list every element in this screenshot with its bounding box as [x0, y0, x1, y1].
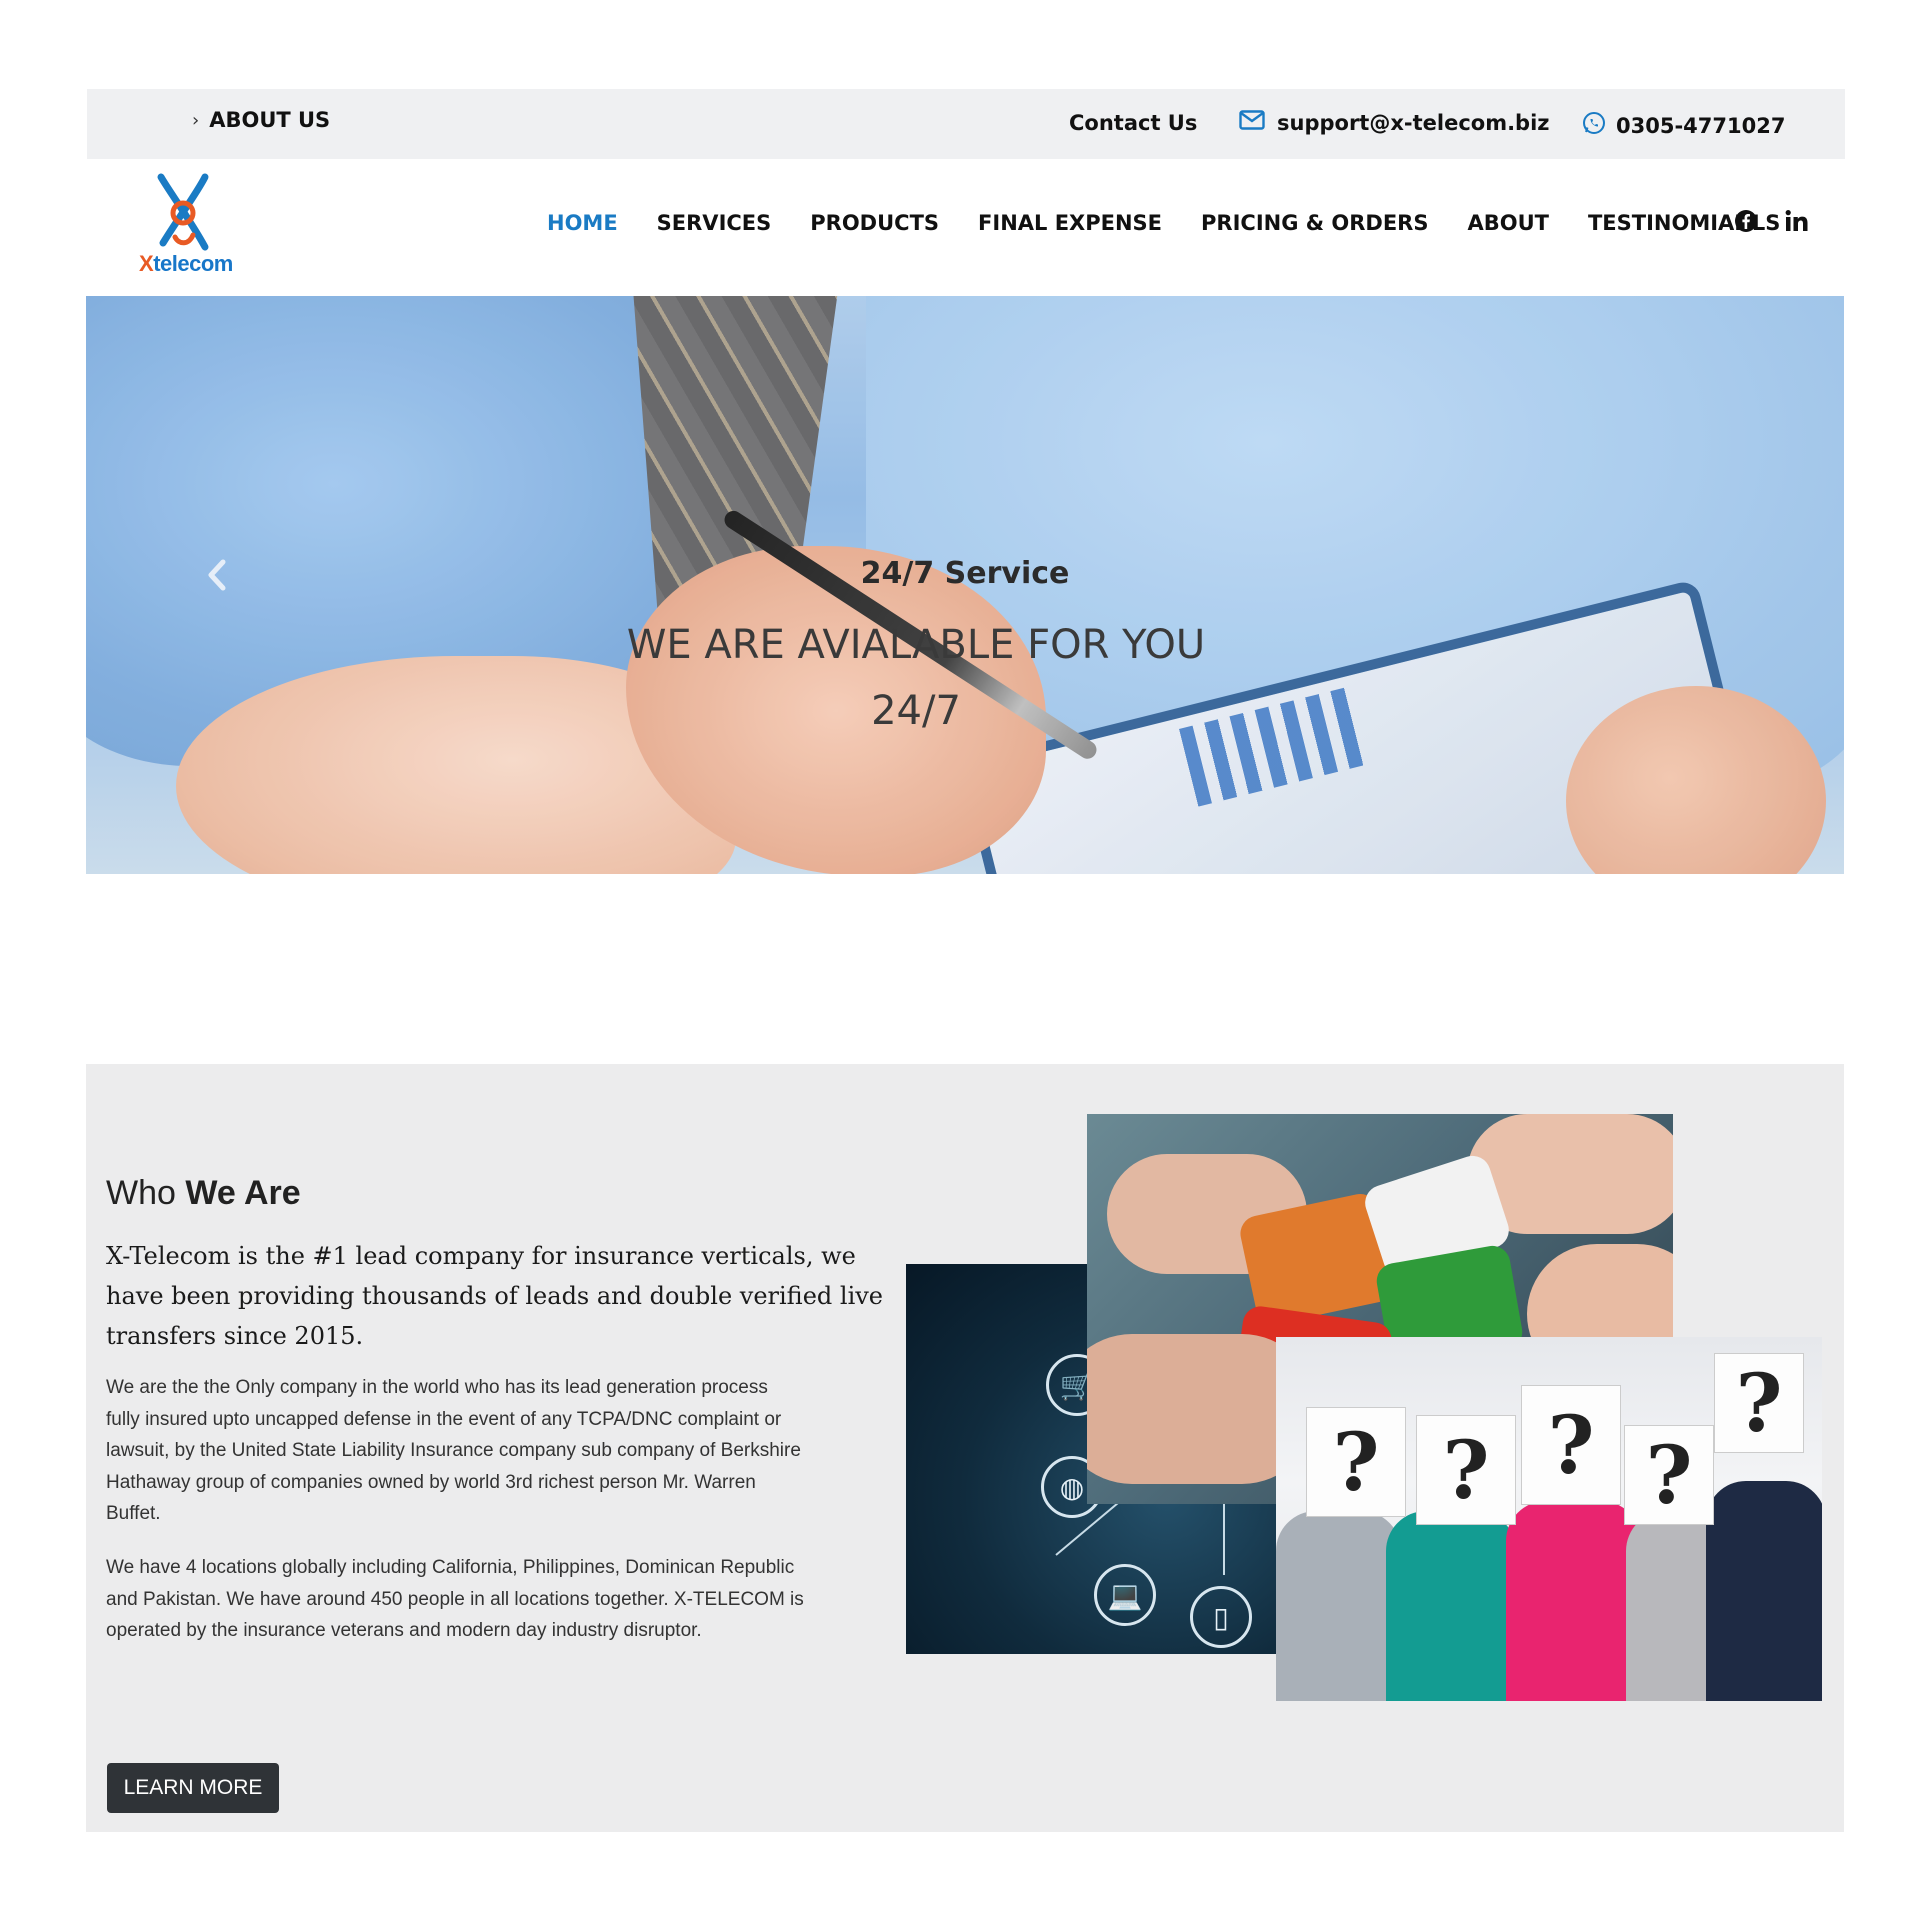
envelope-icon — [1239, 110, 1265, 135]
person — [1506, 1501, 1641, 1701]
person — [1276, 1511, 1401, 1701]
phone-number: 0305-4771027 — [1616, 113, 1786, 138]
heading-bold: We Are — [185, 1174, 301, 1212]
contact-us-label: Contact Us — [1069, 111, 1198, 135]
question-sign: ? — [1521, 1385, 1621, 1505]
top-bar: › ABOUT US Contact Us support@x-telecom.… — [87, 89, 1845, 159]
people-question-marks-image: ? ? ? ? ? — [1276, 1337, 1822, 1701]
nav-item-home[interactable]: HOME — [547, 211, 618, 235]
main-nav: HOME SERVICES PRODUCTS FINAL EXPENSE PRI… — [547, 211, 1819, 235]
question-sign: ? — [1416, 1415, 1516, 1525]
logo-mark — [157, 173, 209, 251]
lead-paragraph: X-Telecom is the #1 lead company for ins… — [106, 1242, 883, 1350]
learn-more-button[interactable]: LEARN MORE — [107, 1763, 279, 1813]
nav-item-services[interactable]: SERVICES — [657, 211, 772, 235]
chevron-right-icon: › — [192, 109, 200, 131]
person — [1706, 1481, 1822, 1701]
page: › ABOUT US Contact Us support@x-telecom.… — [0, 0, 1920, 1920]
hero-title: WE ARE AVIALABLE FOR YOU 24/7 — [626, 622, 1206, 734]
phone-icon: ▯ — [1190, 1586, 1252, 1648]
hero-eyebrow: 24/7 Service — [860, 556, 1070, 591]
site-header: Xtelecom HOME SERVICES PRODUCTS FINAL EX… — [87, 159, 1845, 294]
linkedin-icon[interactable] — [1784, 209, 1810, 235]
heading-light: Who — [106, 1174, 176, 1212]
body-paragraph: We are the the Only company in the world… — [106, 1377, 801, 1524]
about-us-label: ABOUT US — [209, 108, 331, 132]
question-sign: ? — [1714, 1353, 1804, 1453]
question-sign: ? — [1306, 1407, 1406, 1517]
whatsapp-icon — [1582, 111, 1606, 140]
about-us-link[interactable]: › ABOUT US — [192, 108, 330, 132]
section-heading: Who We Are — [106, 1174, 301, 1213]
email-link[interactable]: support@x-telecom.biz — [1239, 110, 1550, 135]
phone-link[interactable]: 0305-4771027 — [1582, 111, 1785, 140]
who-we-are-section: Who We Are X-Telecom is the #1 lead comp… — [86, 1064, 1844, 1832]
nav-item-final-expense[interactable]: FINAL EXPENSE — [978, 211, 1162, 235]
xtelecom-logo[interactable]: Xtelecom — [139, 171, 233, 281]
email-address: support@x-telecom.biz — [1277, 110, 1550, 135]
body-paragraph: We have 4 locations globally including C… — [106, 1557, 804, 1641]
question-sign: ? — [1624, 1425, 1714, 1525]
nav-item-about[interactable]: ABOUT — [1467, 211, 1549, 235]
facebook-icon[interactable] — [1734, 209, 1760, 235]
nav-item-products[interactable]: PRODUCTS — [810, 211, 939, 235]
nav-item-pricing-orders[interactable]: PRICING & ORDERS — [1201, 211, 1428, 235]
hero-banner: 24/7 Service WE ARE AVIALABLE FOR YOU 24… — [86, 296, 1844, 874]
laptop-icon: 💻 — [1094, 1564, 1156, 1626]
logo-wordmark: Xtelecom — [139, 251, 233, 276]
person — [1386, 1511, 1516, 1701]
